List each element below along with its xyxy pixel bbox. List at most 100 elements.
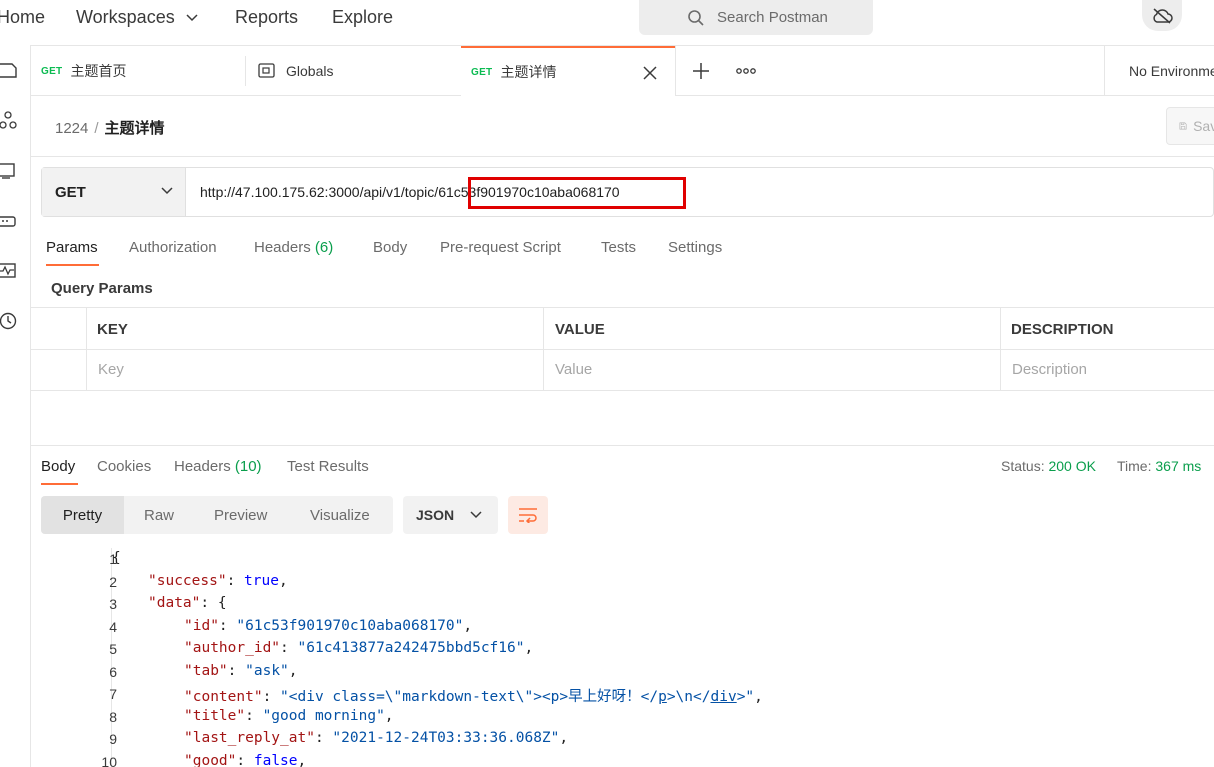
- search-input[interactable]: Search Postman: [639, 0, 873, 35]
- response-view-selector: Pretty Raw Preview Visualize: [41, 496, 393, 534]
- plus-icon[interactable]: [693, 63, 709, 79]
- breadcrumb-request: 主题详情: [104, 120, 165, 137]
- code-punct: : {: [200, 595, 227, 611]
- column-header-key: KEY: [97, 321, 128, 338]
- code-line: 4 "id": "61c53f901970c10aba068170",: [31, 616, 1214, 638]
- nav-home[interactable]: Home: [0, 7, 45, 28]
- more-tabs-icon[interactable]: [736, 67, 756, 75]
- monitors-icon[interactable]: [0, 262, 18, 280]
- json-value: "ask": [245, 662, 289, 679]
- response-tab-body[interactable]: Body: [41, 458, 75, 475]
- tab-globals[interactable]: Globals: [258, 46, 333, 96]
- save-button[interactable]: Save: [1166, 107, 1214, 145]
- nav-explore[interactable]: Explore: [332, 7, 393, 28]
- response-tab-headers[interactable]: Headers (10): [174, 458, 262, 475]
- save-label: Save: [1193, 118, 1214, 134]
- globals-icon: [258, 63, 275, 78]
- tab-topic-detail[interactable]: GET 主题详情: [461, 46, 676, 96]
- nav-workspaces[interactable]: Workspaces: [76, 7, 198, 28]
- code-punct: ,: [524, 640, 534, 656]
- response-tab-cookies[interactable]: Cookies: [97, 458, 151, 475]
- active-tab-indicator: [46, 264, 99, 266]
- description-input[interactable]: Description: [1012, 361, 1087, 378]
- tab-authorization[interactable]: Authorization: [129, 239, 217, 256]
- code-text: "id": "61c53f901970c10aba068170",: [184, 618, 472, 634]
- code-line: 9 "last_reply_at": "2021-12-24T03:33:36.0…: [31, 728, 1214, 750]
- code-text: "good": false,: [184, 753, 306, 767]
- json-key: "last_reply_at": [184, 730, 315, 746]
- key-input[interactable]: Key: [98, 361, 124, 378]
- time-label: Time:: [1117, 458, 1152, 474]
- code-line: 3 "data": {: [31, 593, 1214, 615]
- url-input[interactable]: http://47.100.175.62:3000/api/v1/topic/6…: [186, 168, 686, 216]
- code-line: 6 "tab": "ask",: [31, 661, 1214, 683]
- json-key: "success": [148, 572, 227, 589]
- search-icon: [688, 9, 704, 26]
- breadcrumb-collection[interactable]: 1224: [55, 120, 88, 137]
- tab-tests[interactable]: Tests: [601, 239, 636, 256]
- environments-icon[interactable]: [0, 162, 18, 180]
- view-visualize[interactable]: Visualize: [310, 496, 370, 534]
- code-line: 2 "success": true,: [31, 571, 1214, 593]
- breadcrumb: 1224 / 主题详情: [55, 117, 165, 138]
- mock-servers-icon[interactable]: [0, 212, 18, 230]
- request-tab-bar: GET 主题首页 Globals GET 主题详情 No Environment: [31, 45, 1214, 96]
- response-tab-test-results[interactable]: Test Results: [287, 458, 369, 475]
- code-punct: :: [245, 707, 263, 724]
- json-key: "author_id": [184, 640, 281, 656]
- close-icon[interactable]: [643, 66, 657, 80]
- tab-headers[interactable]: Headers (6): [254, 239, 333, 256]
- table-border: [31, 349, 1214, 350]
- environment-selector[interactable]: No Environment: [1129, 63, 1214, 79]
- table-border: [543, 307, 544, 391]
- response-tab-headers-count: (10): [234, 458, 262, 475]
- json-value: true: [244, 572, 279, 589]
- json-key: "title": [184, 707, 246, 724]
- response-time: Time: 367 ms: [1117, 458, 1201, 474]
- tab-pre-request-script[interactable]: Pre-request Script: [440, 239, 561, 256]
- code-punct: :: [280, 640, 298, 656]
- chevron-down-icon: [161, 187, 173, 195]
- tab-divider: [245, 56, 246, 86]
- value-input[interactable]: Value: [555, 361, 592, 378]
- code-line: 8 "title": "good morning",: [31, 706, 1214, 728]
- url-bar: GET http://47.100.175.62:3000/api/v1/top…: [41, 167, 1214, 217]
- tab-params[interactable]: Params: [46, 239, 98, 256]
- code-punct: ,: [754, 689, 763, 705]
- view-pretty[interactable]: Pretty: [41, 496, 124, 534]
- tab-title: 主题详情: [500, 64, 557, 80]
- tab-topic-home[interactable]: GET 主题首页: [41, 46, 126, 96]
- apis-icon[interactable]: [0, 111, 18, 131]
- table-border: [31, 307, 1214, 308]
- code-punct: :: [218, 617, 237, 634]
- status-label: Status:: [1001, 458, 1045, 474]
- table-border: [31, 390, 1214, 391]
- view-preview[interactable]: Preview: [214, 496, 267, 534]
- line-number: 9: [109, 731, 117, 747]
- wrap-lines-button[interactable]: [508, 496, 548, 534]
- code-punct: ,: [463, 617, 473, 634]
- code-text: "title": "good morning",: [184, 708, 394, 724]
- code-text: "tab": "ask",: [184, 663, 298, 679]
- tab-body[interactable]: Body: [373, 239, 407, 256]
- code-punct: ,: [384, 707, 394, 724]
- code-punct: {: [112, 550, 121, 566]
- view-raw[interactable]: Raw: [144, 496, 174, 534]
- line-number: 4: [109, 618, 117, 635]
- table-border: [86, 307, 87, 391]
- json-key: "id": [184, 617, 219, 634]
- nav-reports[interactable]: Reports: [235, 7, 298, 28]
- tab-method: GET: [471, 66, 493, 78]
- method-select[interactable]: GET: [42, 168, 186, 216]
- code-text: "author_id": "61c413877a242475bbd5cf16",: [184, 640, 533, 656]
- line-number: 2: [109, 573, 117, 590]
- collections-icon[interactable]: [0, 61, 18, 79]
- format-select[interactable]: JSON: [403, 496, 498, 534]
- tab-settings[interactable]: Settings: [668, 239, 722, 256]
- code-text: "last_reply_at": "2021-12-24T03:33:36.06…: [184, 730, 568, 746]
- sync-status-button[interactable]: [1142, 0, 1182, 31]
- save-icon: [1179, 122, 1187, 130]
- history-icon[interactable]: [0, 311, 18, 331]
- nav-workspaces-label: Workspaces: [76, 7, 175, 27]
- code-text: "content": "<div class=\"markdown-text\"…: [184, 685, 763, 706]
